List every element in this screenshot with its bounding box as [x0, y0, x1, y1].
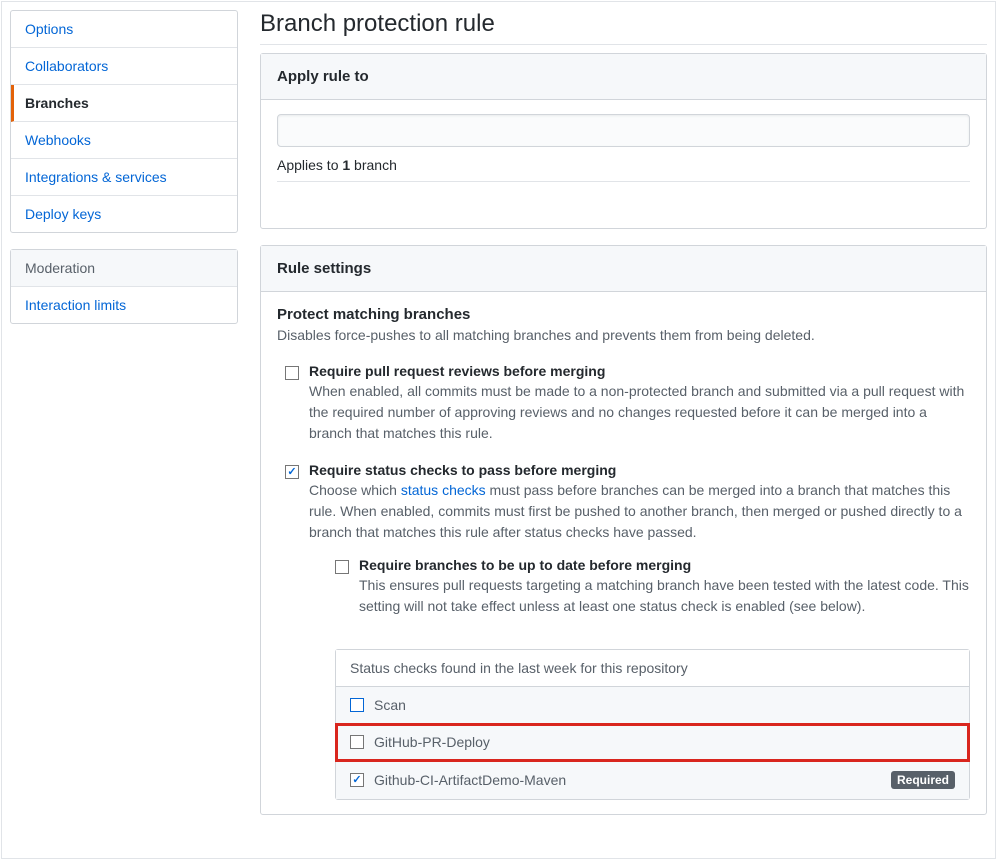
- require-uptodate-rule: Require branches to be up to date before…: [335, 555, 970, 633]
- require-status-checks-rule: Require status checks to pass before mer…: [277, 460, 970, 800]
- moderation-sidebar: Moderation Interaction limits: [10, 249, 238, 324]
- sidebar-item-interaction-limits[interactable]: Interaction limits: [11, 287, 237, 323]
- status-check-checkbox-scan[interactable]: [350, 698, 364, 712]
- sidebar-item-webhooks[interactable]: Webhooks: [11, 122, 237, 159]
- status-check-checkbox-github-ci[interactable]: [350, 773, 364, 787]
- require-uptodate-checkbox[interactable]: [335, 560, 349, 574]
- require-uptodate-desc: This ensures pull requests targeting a m…: [359, 575, 970, 617]
- require-pr-reviews-title: Require pull request reviews before merg…: [309, 363, 970, 379]
- moderation-header: Moderation: [11, 250, 237, 287]
- status-checks-header: Status checks found in the last week for…: [336, 650, 969, 687]
- rule-settings-header: Rule settings: [261, 246, 986, 292]
- status-check-checkbox-github-pr-deploy[interactable]: [350, 735, 364, 749]
- status-check-row-scan[interactable]: Scan: [336, 687, 969, 724]
- require-status-checks-desc: Choose which status checks must pass bef…: [309, 480, 970, 543]
- status-check-row-github-ci-artifactdemo-maven[interactable]: Github-CI-ArtifactDemo-Maven Required: [336, 761, 969, 799]
- applies-to-text: Applies to 1 branch: [277, 157, 970, 182]
- branch-pattern-input[interactable]: [277, 114, 970, 147]
- status-check-name: Github-CI-ArtifactDemo-Maven: [374, 772, 891, 788]
- sidebar-item-deploy-keys[interactable]: Deploy keys: [11, 196, 237, 232]
- apply-rule-panel: Apply rule to Applies to 1 branch: [260, 53, 987, 229]
- status-checks-link[interactable]: status checks: [401, 482, 486, 498]
- require-pr-reviews-checkbox[interactable]: [285, 366, 299, 380]
- sidebar-item-collaborators[interactable]: Collaborators: [11, 48, 237, 85]
- status-check-name: GitHub-PR-Deploy: [374, 734, 955, 750]
- require-status-checks-title: Require status checks to pass before mer…: [309, 462, 970, 478]
- require-pr-reviews-desc: When enabled, all commits must be made t…: [309, 381, 970, 444]
- rule-settings-panel: Rule settings Protect matching branches …: [260, 245, 987, 815]
- require-status-checks-checkbox[interactable]: [285, 465, 299, 479]
- protect-matching-title: Protect matching branches: [277, 306, 970, 323]
- require-pr-reviews-rule: Require pull request reviews before merg…: [277, 361, 970, 460]
- sidebar-item-options[interactable]: Options: [11, 11, 237, 48]
- required-badge: Required: [891, 771, 955, 789]
- status-check-name: Scan: [374, 697, 955, 713]
- apply-rule-header: Apply rule to: [261, 54, 986, 100]
- sidebar-item-branches[interactable]: Branches: [11, 85, 237, 122]
- page-title: Branch protection rule: [260, 10, 987, 45]
- status-check-row-github-pr-deploy[interactable]: GitHub-PR-Deploy: [336, 724, 969, 761]
- protect-matching-desc: Disables force-pushes to all matching br…: [277, 327, 970, 343]
- status-checks-list: Status checks found in the last week for…: [335, 649, 970, 800]
- require-uptodate-title: Require branches to be up to date before…: [359, 557, 970, 573]
- sidebar-item-integrations[interactable]: Integrations & services: [11, 159, 237, 196]
- settings-sidebar: Options Collaborators Branches Webhooks …: [10, 10, 238, 233]
